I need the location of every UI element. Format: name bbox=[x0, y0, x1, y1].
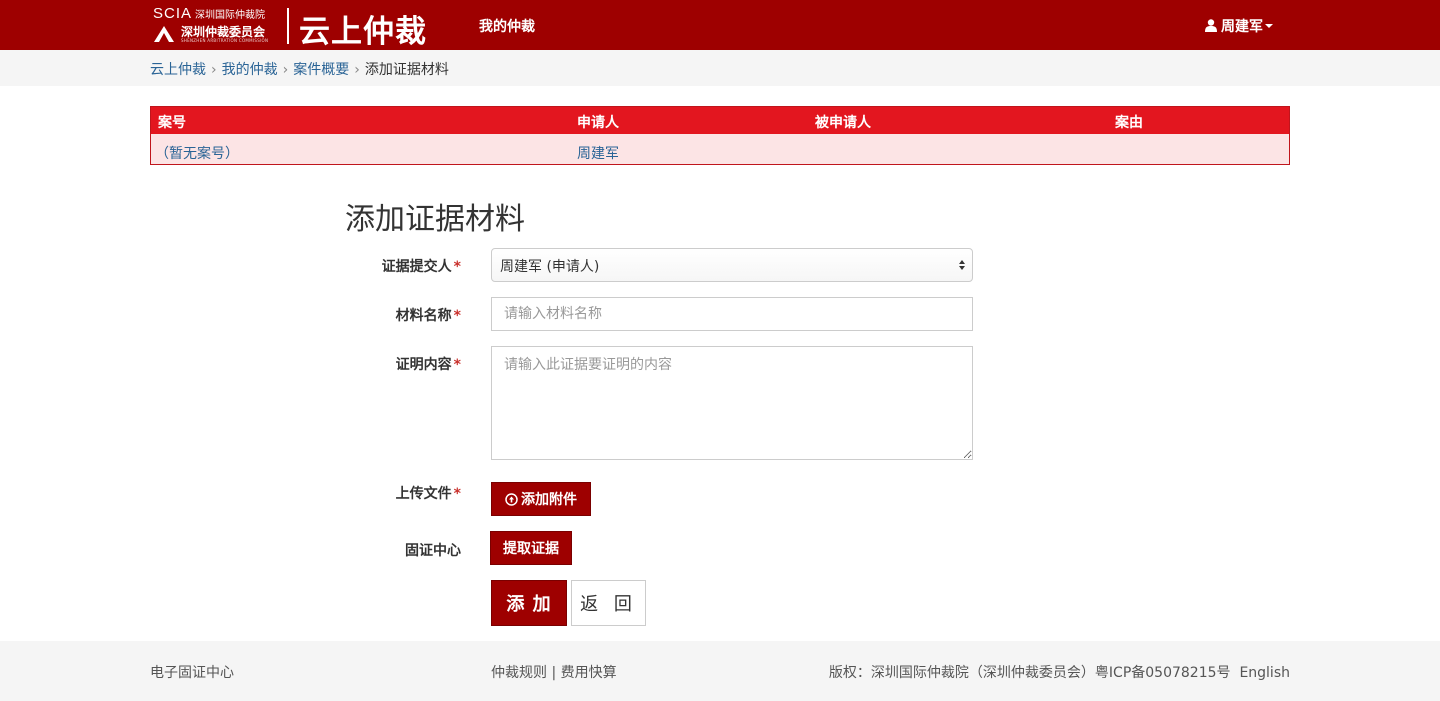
back-button[interactable]: 返 回 bbox=[571, 580, 646, 626]
footer-evidence-center-link[interactable]: 电子固证中心 bbox=[150, 662, 234, 682]
logo-cn-small: 深圳国际仲裁院 bbox=[195, 10, 266, 21]
select-arrows-icon bbox=[959, 260, 965, 270]
footer-copyright: 版权：深圳国际仲裁院（深圳仲裁委员会）粤ICP备05078215号 bbox=[828, 665, 1231, 681]
user-icon bbox=[1205, 19, 1217, 32]
required-mark: * bbox=[453, 357, 461, 373]
evidence-center-label: 固证中心 bbox=[405, 543, 461, 559]
footer-links: 仲裁规则 | 费用快算 bbox=[491, 662, 617, 682]
required-mark: * bbox=[453, 259, 461, 275]
brand-title[interactable]: 云上仲裁 bbox=[299, 6, 427, 51]
required-mark: * bbox=[453, 308, 461, 324]
upload-file-label: 上传文件 * bbox=[395, 486, 461, 502]
top-navbar: SCIA 深圳国际仲裁院 深圳仲裁委员会 SHENZHEN ARBITRATION… bbox=[0, 0, 1440, 50]
breadcrumb-current: 添加证据材料 bbox=[364, 62, 449, 78]
chevron-down-icon bbox=[1265, 24, 1273, 28]
breadcrumb-case-summary[interactable]: 案件概要 bbox=[293, 62, 349, 78]
material-name-label: 材料名称 * bbox=[395, 308, 461, 324]
footer: 电子固证中心 仲裁规则 | 费用快算 版权：深圳国际仲裁院（深圳仲裁委员会）粤I… bbox=[0, 641, 1440, 701]
breadcrumb-bar: 云上仲裁 › 我的仲裁 › 案件概要 › 添加证据材料 bbox=[0, 50, 1440, 86]
footer-divider: | bbox=[551, 665, 557, 681]
user-menu[interactable]: 周建军 bbox=[1205, 16, 1273, 36]
breadcrumb-separator: › bbox=[282, 62, 289, 78]
col-applicant: 申请人 bbox=[577, 115, 619, 131]
submitter-select[interactable]: 周建军 (申请人) bbox=[491, 248, 973, 282]
proof-content-textarea[interactable] bbox=[491, 346, 973, 460]
scia-logo[interactable]: SCIA 深圳国际仲裁院 深圳仲裁委员会 SHENZHEN ARBITRATION… bbox=[153, 4, 288, 46]
add-attachment-label: 添加附件 bbox=[521, 492, 577, 508]
case-info-table: 案号 申请人 被申请人 案由 （暂无案号） 周建军 bbox=[150, 106, 1290, 165]
logo-abbr: SCIA 深圳国际仲裁院 bbox=[153, 5, 266, 22]
footer-right: 版权：深圳国际仲裁院（深圳仲裁委员会）粤ICP备05078215号 Englis… bbox=[829, 662, 1290, 682]
applicant-link[interactable]: 周建军 bbox=[577, 143, 619, 163]
submitter-value: 周建军 (申请人) bbox=[500, 259, 600, 275]
footer-english-link[interactable]: English bbox=[1239, 665, 1290, 681]
add-button[interactable]: 添 加 bbox=[491, 580, 567, 626]
case-table-header: 案号 申请人 被申请人 案由 bbox=[151, 107, 1289, 134]
proof-content-label: 证明内容 * bbox=[395, 357, 461, 373]
page-title: 添加证据材料 bbox=[345, 202, 525, 237]
add-attachment-button[interactable]: 添加附件 bbox=[491, 482, 591, 516]
upload-icon bbox=[505, 493, 518, 506]
col-respondent: 被申请人 bbox=[815, 115, 871, 131]
user-name: 周建军 bbox=[1221, 19, 1263, 35]
submitter-label: 证据提交人 * bbox=[381, 259, 461, 275]
nav-my-arbitration[interactable]: 我的仲裁 bbox=[479, 16, 535, 36]
breadcrumb-home[interactable]: 云上仲裁 bbox=[150, 62, 206, 78]
required-mark: * bbox=[453, 486, 461, 502]
breadcrumb-separator: › bbox=[354, 62, 360, 78]
logo-divider bbox=[287, 8, 289, 44]
logo-en: SHENZHEN ARBITRATION COMMISSION bbox=[181, 38, 269, 43]
footer-rules-link[interactable]: 仲裁规则 bbox=[491, 665, 547, 681]
breadcrumb-separator: › bbox=[211, 62, 217, 78]
col-cause: 案由 bbox=[1115, 115, 1143, 131]
breadcrumb: 云上仲裁 › 我的仲裁 › 案件概要 › 添加证据材料 bbox=[150, 59, 449, 79]
breadcrumb-my-arbitration[interactable]: 我的仲裁 bbox=[222, 62, 278, 78]
footer-fees-link[interactable]: 费用快算 bbox=[561, 665, 617, 681]
logo-mark-icon bbox=[154, 26, 174, 42]
case-number-link[interactable]: （暂无案号） bbox=[155, 143, 239, 163]
material-name-input[interactable] bbox=[491, 297, 973, 331]
extract-evidence-button[interactable]: 提取证据 bbox=[490, 531, 572, 565]
col-case-number: 案号 bbox=[158, 115, 186, 131]
